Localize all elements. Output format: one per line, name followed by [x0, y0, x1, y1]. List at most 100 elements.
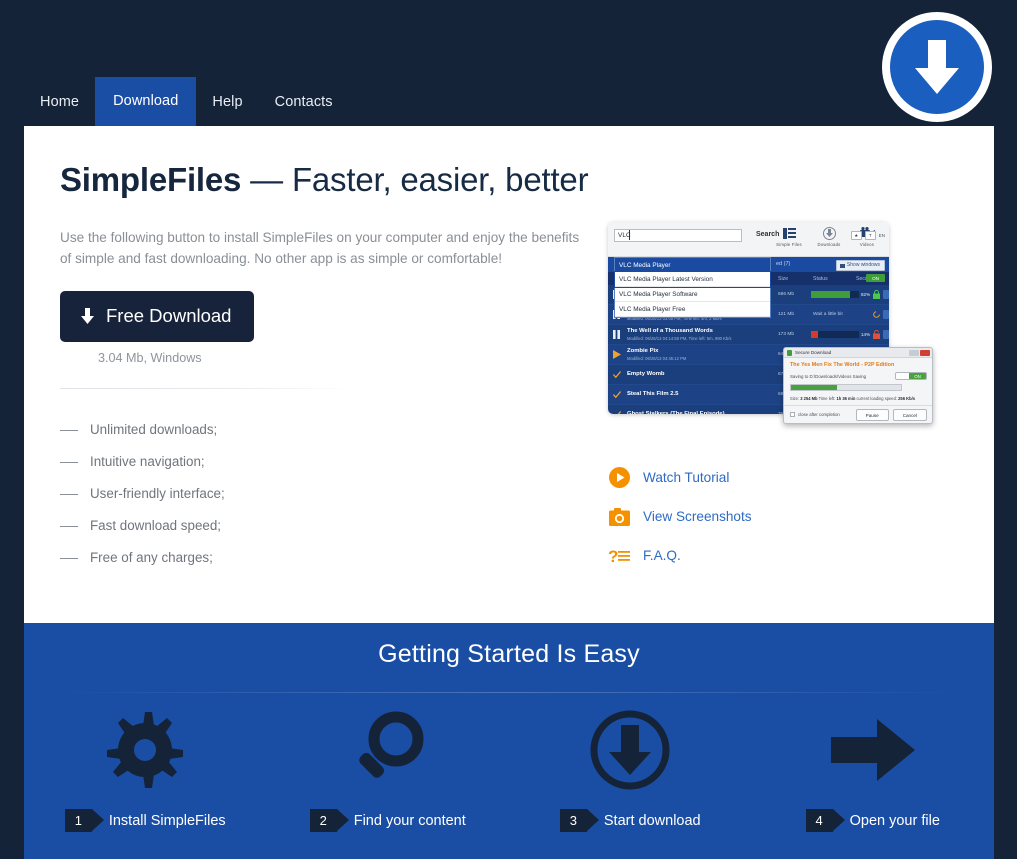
step-number-badge: 3: [559, 809, 599, 832]
lock-icon: [787, 350, 792, 356]
site-header: Home Download Help Contacts: [0, 0, 1017, 126]
dialog-size-value: 3 254 Mb: [800, 396, 818, 401]
bookmark-button[interactable]: ★: [850, 231, 862, 240]
delete-button[interactable]: [883, 310, 889, 319]
dash-marker: [60, 557, 78, 559]
search-suggestions: VLC Media Player VLC Media Player Latest…: [614, 257, 771, 318]
checkbox[interactable]: [790, 412, 795, 417]
text-caret: [629, 230, 630, 240]
dash-marker: [60, 493, 78, 495]
check-icon: [613, 391, 621, 399]
svg-text:?: ?: [608, 547, 618, 565]
hero-description: Use the following button to install Simp…: [60, 230, 580, 266]
page-title: SimpleFiles — Faster, easier, better: [60, 160, 958, 200]
dialog-separator: [784, 405, 932, 406]
row-size: 121 Mb: [778, 312, 794, 317]
dialog-buttons: Pause Cancel: [855, 409, 927, 421]
minimize-button[interactable]: [909, 349, 919, 356]
row-percent: 82%: [861, 292, 871, 297]
nav-item-help[interactable]: Help: [196, 79, 258, 126]
dialog-speed-label: current loading speed:: [856, 396, 897, 401]
app-toolbar: VLC Search Simple Files Downloads Videos…: [608, 222, 889, 257]
feature-label: Free of any charges;: [90, 550, 213, 565]
link-faq[interactable]: ? F.A.Q.: [608, 536, 948, 575]
camera-icon: [608, 506, 630, 528]
row-size: 686 Mb: [778, 292, 794, 297]
logo[interactable]: [882, 12, 992, 122]
getting-started-section: Getting Started Is Easy 1 Install Simple…: [24, 623, 994, 859]
dialog-title: Secure Download: [795, 350, 832, 355]
step-install: 1 Install SimpleFiles: [24, 704, 267, 832]
language-selector[interactable]: EN: [879, 233, 885, 238]
dialog-timeleft-label: Time left:: [818, 396, 836, 401]
show-windows-button[interactable]: Show windows: [835, 259, 885, 271]
link-view-screenshots[interactable]: View Screenshots: [608, 497, 948, 536]
download-circle-icon: [890, 20, 984, 114]
dialog-toggle[interactable]: ON: [895, 372, 927, 380]
dialog-size-label: Size:: [790, 396, 800, 401]
step-number-badge: 2: [309, 809, 349, 832]
loading-circle-icon: [873, 311, 880, 318]
suggestion-item[interactable]: VLC Media Player Latest Version: [614, 271, 771, 288]
link-label: F.A.Q.: [643, 548, 681, 563]
pause-icon: [613, 330, 620, 339]
app-toolbar-right: ★ T EN: [850, 231, 885, 240]
pause-button[interactable]: Pause: [855, 409, 889, 421]
section-divider: [59, 692, 959, 693]
link-label: Watch Tutorial: [643, 470, 730, 485]
free-download-button[interactable]: Free Download: [60, 291, 255, 342]
section-title: Getting Started Is Easy: [378, 640, 640, 668]
column-size[interactable]: Size: [778, 276, 788, 282]
row-size: 173 Mb: [778, 332, 794, 337]
arrow-down-icon: [915, 40, 959, 94]
secure-download-dialog: Secure Download The Yes Men Fix The Worl…: [783, 347, 933, 424]
resource-links: Watch Tutorial View Screenshots ? F.A.Q.: [608, 458, 948, 575]
column-status[interactable]: Status: [813, 276, 828, 282]
cancel-button[interactable]: Cancel: [892, 409, 927, 421]
link-watch-tutorial[interactable]: Watch Tutorial: [608, 458, 948, 497]
table-row[interactable]: The Well of a Thousand Words Modified: 0…: [608, 325, 889, 345]
app-tool-label: Games: [880, 242, 889, 247]
dialog-checkbox-row[interactable]: close after completion: [790, 412, 840, 417]
step-text: Start download: [603, 812, 701, 829]
app-tool-simple-files[interactable]: Simple Files: [768, 225, 810, 247]
delete-button[interactable]: [883, 290, 889, 299]
close-icon[interactable]: [920, 349, 930, 356]
dialog-toggle-label: ON: [909, 373, 926, 379]
suggestion-item[interactable]: VLC Media Player Software: [615, 287, 770, 302]
feature-label: Fast download speed;: [90, 518, 222, 533]
row-title: The Well of a Thousand Words: [627, 328, 713, 334]
app-search-input[interactable]: VLC: [614, 229, 742, 242]
app-subbar-label: ed (7): [776, 261, 791, 267]
feature-label: Unlimited downloads;: [90, 422, 218, 437]
delete-button[interactable]: [883, 330, 889, 339]
nav-item-contacts[interactable]: Contacts: [259, 79, 349, 126]
arrow-right-icon: [829, 704, 917, 796]
app-screenshot-preview[interactable]: VLC Search Simple Files Downloads Videos…: [608, 222, 933, 432]
secure-toggle[interactable]: ON: [866, 274, 885, 282]
nav-item-home[interactable]: Home: [24, 79, 95, 126]
divider: [60, 388, 355, 389]
step-find: 2 Find your content: [267, 704, 510, 832]
suggestion-item[interactable]: VLC Media Player: [615, 258, 770, 272]
app-tool-downloads[interactable]: Downloads: [808, 225, 850, 247]
list-icon: [768, 225, 810, 241]
check-icon: [613, 371, 621, 379]
dash-marker: [60, 429, 78, 431]
step-label-row: 2 Find your content: [309, 809, 466, 832]
app-tool-label: Simple Files: [776, 242, 802, 247]
step-text: Open your file: [849, 812, 940, 829]
gear-icon: [101, 704, 189, 796]
question-list-icon: ?: [608, 545, 630, 567]
settings-button[interactable]: T: [864, 231, 876, 240]
progress-bar: [811, 331, 859, 338]
dialog-titlebar: Secure Download: [784, 348, 932, 358]
checkbox-label: close after completion: [798, 412, 840, 417]
suggestion-item[interactable]: VLC Media Player Free: [615, 302, 770, 317]
feature-label: Intuitive navigation;: [90, 454, 205, 469]
check-icon: [617, 411, 621, 414]
dash-marker: [60, 525, 78, 527]
row-title: Zombie Pix: [627, 348, 659, 354]
nav-item-download[interactable]: Download: [95, 77, 197, 126]
step-label-row: 4 Open your file: [805, 809, 940, 832]
